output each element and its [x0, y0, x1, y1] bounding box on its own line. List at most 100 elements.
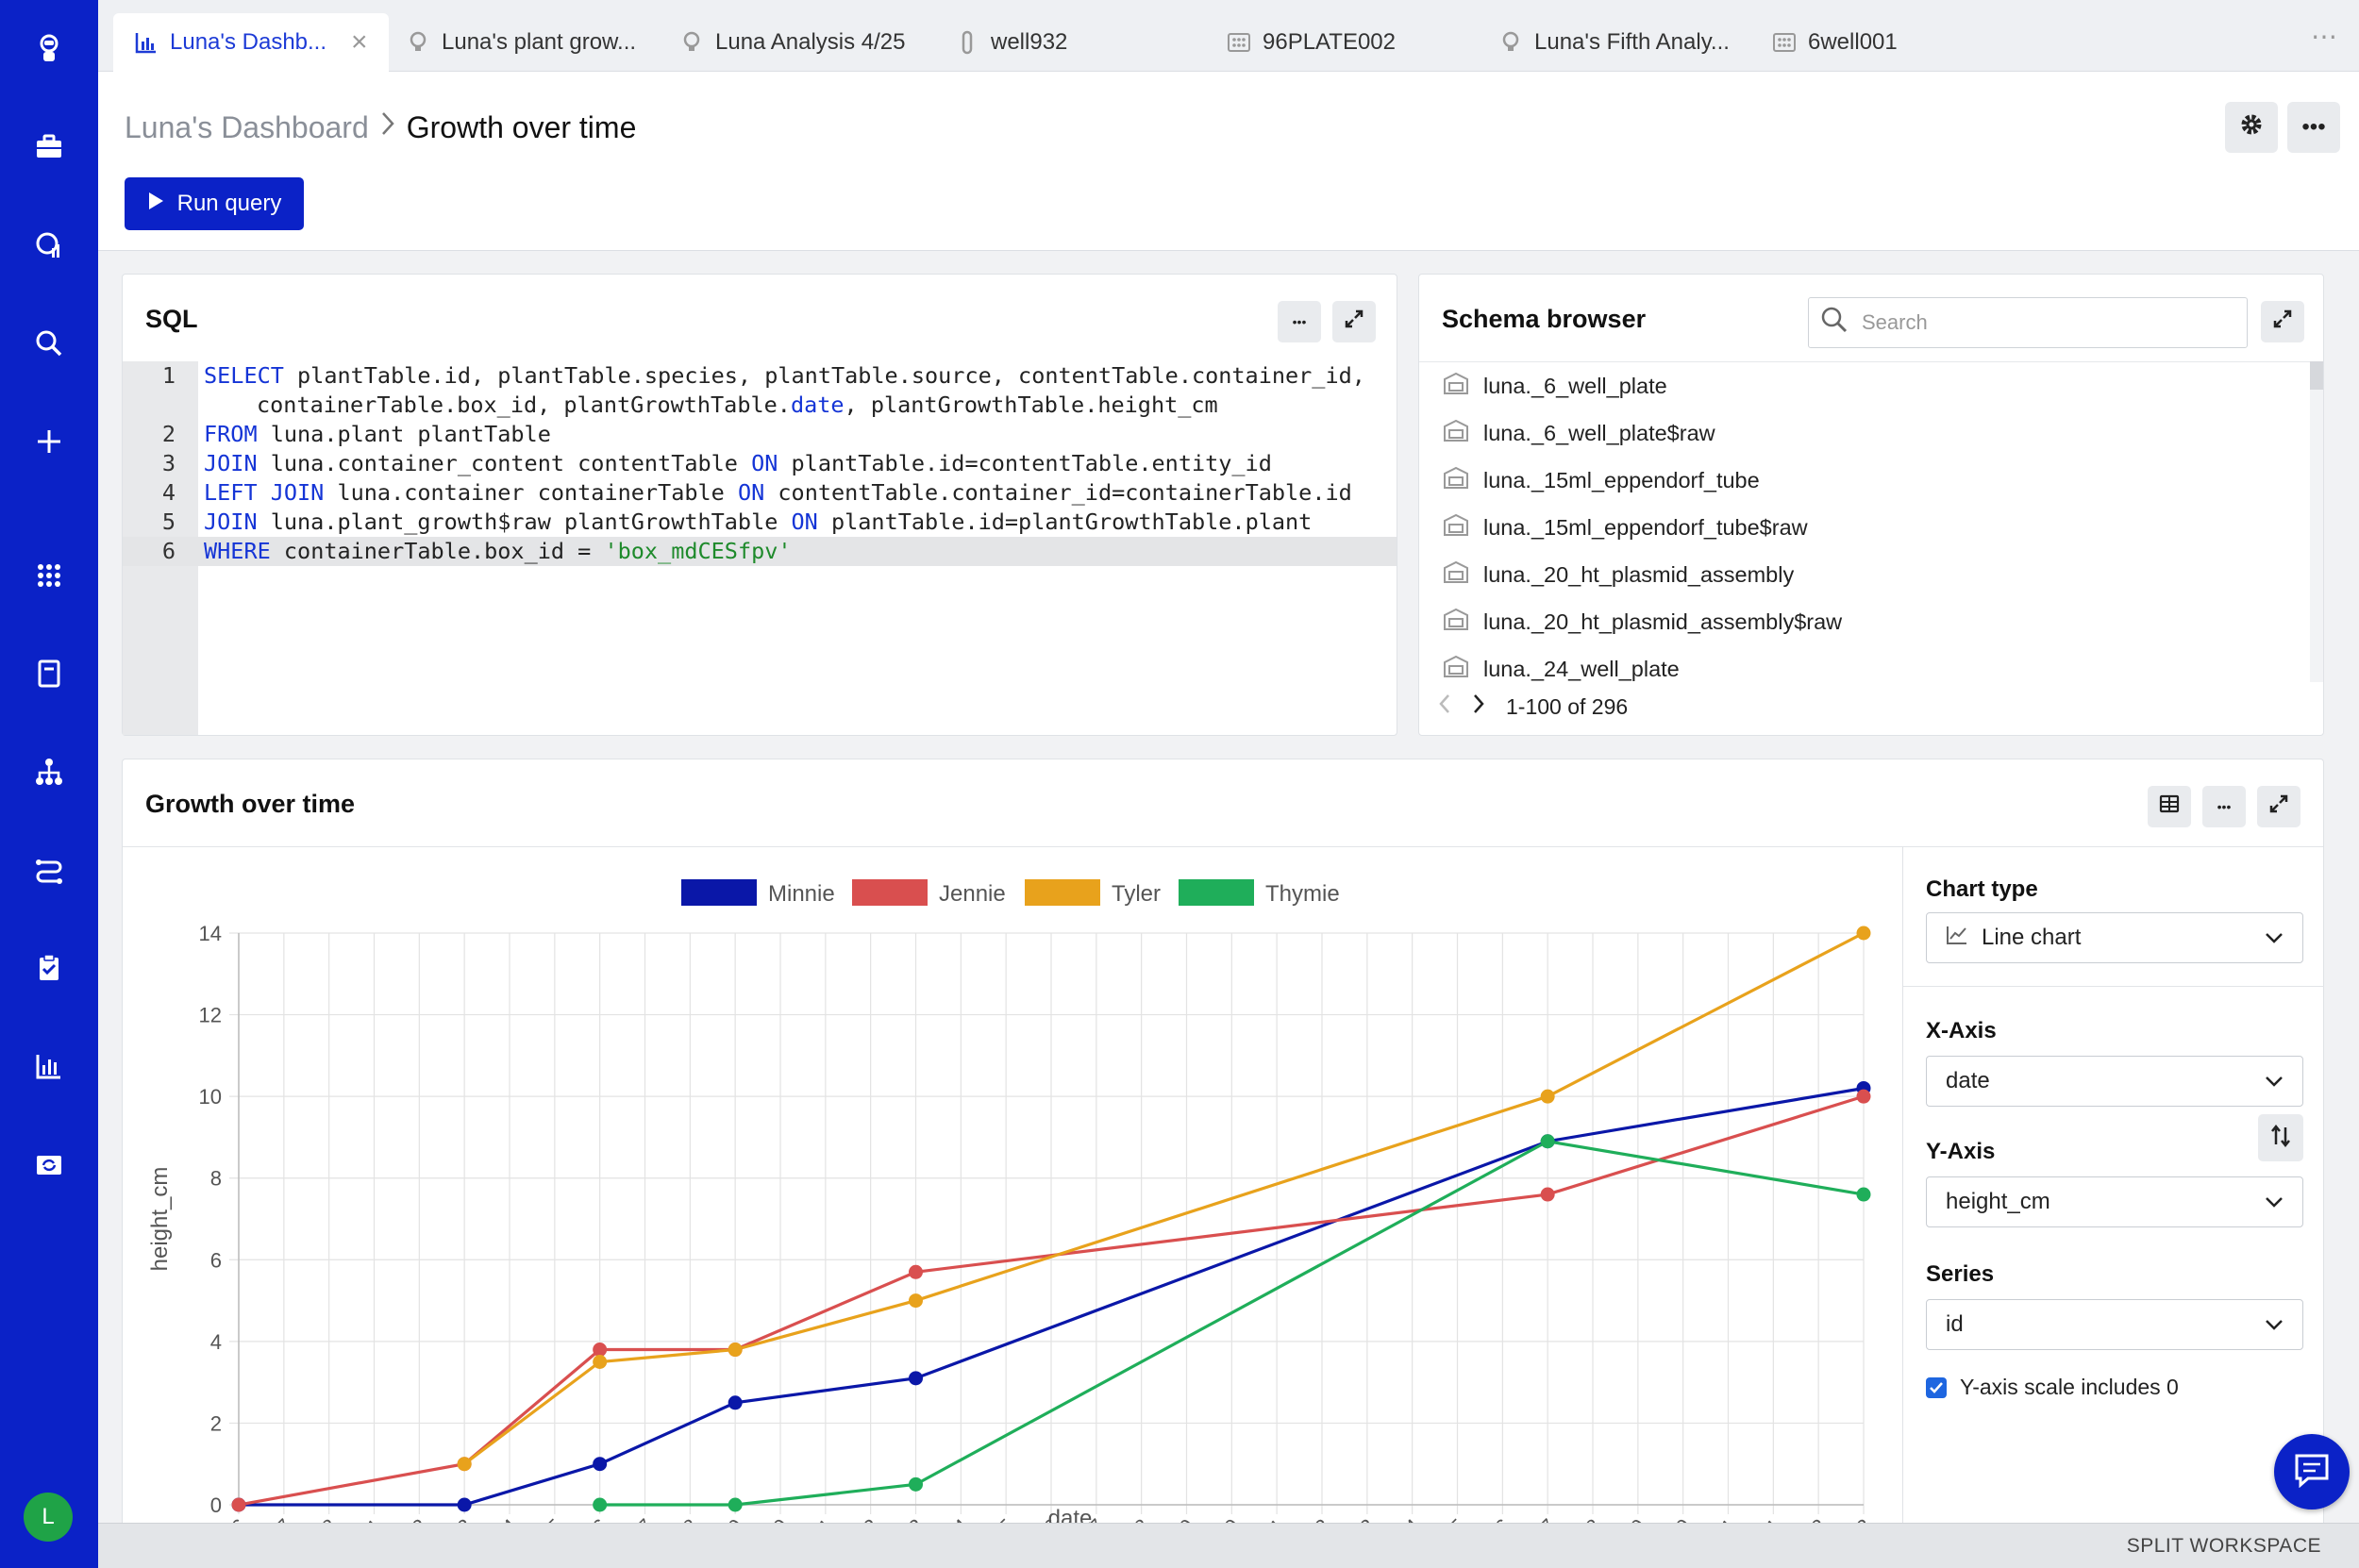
breadcrumb-root[interactable]: Luna's Dashboard: [125, 110, 369, 145]
close-icon[interactable]: ×: [351, 26, 368, 58]
chart-type-select[interactable]: Line chart: [1926, 912, 2303, 963]
avatar[interactable]: L: [24, 1493, 73, 1542]
sql-line[interactable]: 4 LEFT JOIN luna.container containerTable…: [123, 478, 1397, 508]
tab-96plate002[interactable]: 96PLATE002: [1227, 13, 1396, 72]
schema-scrollbar[interactable]: [2310, 361, 2323, 682]
split-workspace-button[interactable]: SPLIT WORKSPACE: [2127, 1535, 2321, 1558]
data-point-thymie[interactable]: [593, 1497, 608, 1512]
data-point-thymie[interactable]: [1856, 1187, 1871, 1202]
table-view-button[interactable]: [2148, 786, 2191, 827]
chat-icon: [2293, 1452, 2331, 1493]
data-point-minnie[interactable]: [728, 1395, 743, 1410]
sql-editor[interactable]: 1 SELECT plantTable.id, plantTable.specie…: [123, 361, 1397, 566]
x-axis-select[interactable]: date: [1926, 1056, 2303, 1107]
schema-item[interactable]: luna._24_well_plate: [1419, 645, 2311, 682]
data-point-tyler[interactable]: [1856, 926, 1871, 941]
sync-folder-icon[interactable]: [0, 1136, 98, 1193]
search-placeholder: Search: [1862, 310, 1928, 334]
data-point-thymie[interactable]: [909, 1476, 923, 1492]
data-point-jennie[interactable]: [231, 1497, 246, 1512]
data-point-jennie[interactable]: [909, 1264, 923, 1279]
tab-overflow-icon[interactable]: ⋯: [2311, 21, 2338, 52]
data-point-jennie[interactable]: [1856, 1089, 1871, 1104]
checkbox-checked-icon[interactable]: [1926, 1376, 1947, 1398]
bar-chart-icon[interactable]: [0, 1038, 98, 1094]
chat-button[interactable]: [2274, 1434, 2350, 1510]
line-number: 1: [161, 362, 176, 389]
briefcase-icon[interactable]: [0, 119, 98, 175]
y-tick-label: 10: [199, 1085, 222, 1109]
clipboard-check-icon[interactable]: [0, 940, 98, 996]
data-point-tyler[interactable]: [593, 1355, 608, 1369]
data-point-tyler[interactable]: [728, 1343, 743, 1358]
data-point-minnie[interactable]: [909, 1371, 923, 1386]
schema-item[interactable]: luna._15ml_eppendorf_tube$raw: [1419, 504, 2311, 551]
tab-lunas-fifth-analysis[interactable]: Luna's Fifth Analy...: [1498, 13, 1730, 72]
data-point-tyler[interactable]: [909, 1293, 923, 1309]
sql-line[interactable]: containerTable.box_id, plantGrowthTable.…: [123, 391, 1397, 420]
schema-item[interactable]: luna._6_well_plate$raw: [1419, 409, 2311, 457]
sql-line[interactable]: 1 SELECT plantTable.id, plantTable.specie…: [123, 361, 1397, 391]
line-number: 5: [161, 509, 176, 535]
schema-item[interactable]: luna._20_ht_plasmid_assembly$raw: [1419, 598, 2311, 645]
y-axis-select[interactable]: height_cm: [1926, 1176, 2303, 1227]
y-tick-label: 12: [199, 1004, 222, 1027]
sql-line[interactable]: 2 FROM luna.plant plantTable: [123, 420, 1397, 449]
scrollbar-thumb[interactable]: [2310, 361, 2323, 390]
data-point-minnie[interactable]: [457, 1497, 472, 1512]
data-point-tyler[interactable]: [1540, 1089, 1555, 1104]
y-axis-zero-checkbox[interactable]: Y-axis scale includes 0: [1926, 1375, 2179, 1400]
hierarchy-icon[interactable]: [0, 743, 98, 800]
tab-luna-analysis[interactable]: Luna Analysis 4/25: [679, 13, 905, 72]
sql-line-text: WHERE containerTable.box_id = 'box_mdCES…: [204, 537, 792, 566]
analytics-icon[interactable]: [0, 217, 98, 274]
tube-icon: [955, 30, 979, 55]
sql-expand-button[interactable]: [1332, 301, 1376, 342]
search-icon[interactable]: [0, 315, 98, 372]
data-point-minnie[interactable]: [593, 1457, 608, 1472]
schema-item[interactable]: luna._20_ht_plasmid_assembly: [1419, 551, 2311, 598]
schema-item-label: luna._15ml_eppendorf_tube$raw: [1483, 514, 1808, 540]
data-point-thymie[interactable]: [728, 1497, 743, 1512]
tab-well932[interactable]: well932: [955, 13, 1067, 72]
sql-panel: SQL ••• 1 SELECT plantTable.id, plantTabl…: [122, 274, 1397, 736]
sql-line[interactable]: 5 JOIN luna.plant_growth$raw plantGrowthT…: [123, 508, 1397, 537]
notebook-icon[interactable]: [0, 645, 98, 702]
schema-search-input[interactable]: Search: [1808, 297, 2248, 348]
sql-token: luna.container_content contentTable: [257, 450, 752, 476]
chevron-right-icon[interactable]: [1472, 693, 1485, 720]
y-axis-value: height_cm: [1946, 1189, 2050, 1214]
chart-more-button[interactable]: •••: [2202, 786, 2246, 827]
apps-grid-icon[interactable]: [0, 547, 98, 604]
chevron-left-icon[interactable]: [1438, 693, 1451, 720]
sql-line[interactable]: 3 JOIN luna.container_content contentTabl…: [123, 449, 1397, 478]
x-axis-value: date: [1946, 1068, 1990, 1093]
data-point-jennie[interactable]: [593, 1343, 608, 1358]
gear-icon: [2239, 112, 2264, 143]
plus-icon[interactable]: [0, 413, 98, 470]
sql-token: containerTable.box_id =: [270, 538, 605, 564]
data-point-tyler[interactable]: [457, 1457, 472, 1472]
tab-lunas-plant-growth[interactable]: Luna's plant grow...: [406, 13, 636, 72]
tab-lunas-dashboard[interactable]: Luna's Dashb... ×: [113, 13, 389, 72]
data-point-jennie[interactable]: [1540, 1187, 1555, 1202]
tab-6well001[interactable]: 6well001: [1772, 13, 1898, 72]
chart-expand-button[interactable]: [2257, 786, 2300, 827]
bulb-icon: [679, 30, 704, 55]
sql-line[interactable]: 6 WHERE containerTable.box_id = 'box_mdCE…: [123, 537, 1397, 566]
run-query-button[interactable]: Run query: [125, 177, 304, 230]
sql-more-button[interactable]: •••: [1278, 301, 1321, 342]
schema-item-label: luna._6_well_plate$raw: [1483, 420, 1715, 445]
series-select[interactable]: id: [1926, 1299, 2303, 1350]
settings-button[interactable]: [2225, 102, 2278, 153]
astronaut-icon[interactable]: [0, 21, 98, 77]
schema-expand-button[interactable]: [2261, 301, 2304, 342]
tab-label: well932: [991, 29, 1068, 55]
more-options-button[interactable]: •••: [2287, 102, 2340, 153]
schema-item[interactable]: luna._15ml_eppendorf_tube: [1419, 457, 2311, 504]
schema-item[interactable]: luna._6_well_plate: [1419, 362, 2311, 409]
data-point-thymie[interactable]: [1540, 1134, 1555, 1149]
swap-axes-button[interactable]: [2258, 1114, 2303, 1161]
line-chart-icon: [1946, 925, 1968, 952]
workflow-icon[interactable]: [0, 842, 98, 898]
